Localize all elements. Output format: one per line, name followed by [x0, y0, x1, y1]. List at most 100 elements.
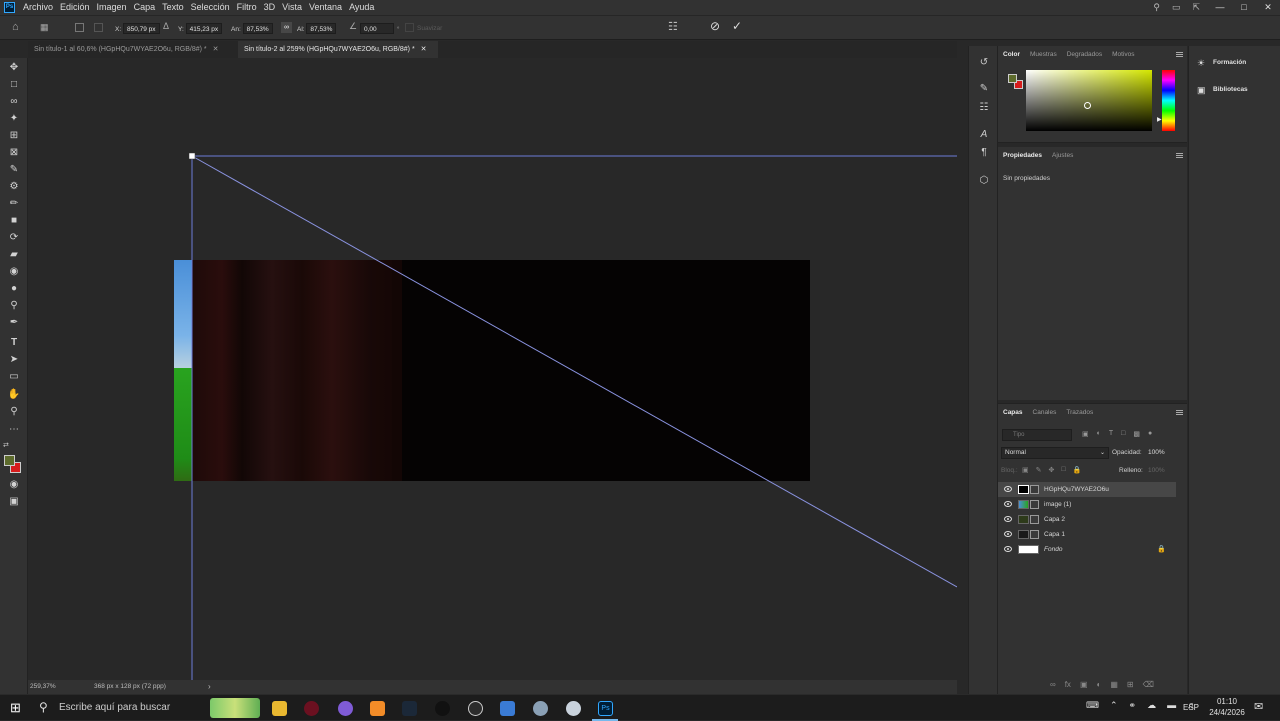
layer-name[interactable]: image (1): [1044, 497, 1071, 512]
opera-icon[interactable]: [304, 701, 319, 716]
lock-position-icon[interactable]: ✥: [1049, 466, 1055, 474]
layer-name[interactable]: Fondo: [1044, 542, 1062, 557]
interpolation-select[interactable]: Suavizar: [417, 23, 442, 34]
network-icon[interactable]: ▬: [1167, 700, 1176, 711]
filter-shape-icon[interactable]: □: [1121, 430, 1125, 438]
menu-imagen[interactable]: Imagen: [97, 0, 127, 15]
keyboard-icon[interactable]: ⌨: [1086, 700, 1099, 711]
notifications-icon[interactable]: ✉: [1254, 700, 1263, 713]
menu-seleccion[interactable]: Selección: [191, 0, 230, 15]
filter-toggle-icon[interactable]: ●: [1148, 430, 1152, 438]
menu-vista[interactable]: Vista: [282, 0, 302, 15]
screen-mode-icon[interactable]: ▣: [7, 495, 21, 509]
transform-handle[interactable]: [188, 152, 196, 160]
commit-transform-icon[interactable]: ✓: [732, 19, 742, 33]
visibility-eye-icon[interactable]: [1004, 486, 1012, 492]
lock-image-icon[interactable]: ✎: [1036, 466, 1042, 474]
link-layers-icon[interactable]: ∞: [1050, 680, 1056, 689]
history-icon[interactable]: ↺: [977, 56, 991, 70]
photoshop-taskbar-icon[interactable]: Ps: [598, 701, 613, 716]
new-layer-icon[interactable]: ⊞: [1127, 680, 1134, 689]
color-panel-menu-icon[interactable]: [1176, 52, 1183, 57]
tab-propiedades[interactable]: Propiedades: [1003, 147, 1042, 165]
healing-tool-icon[interactable]: ⚙: [7, 180, 21, 194]
menu-archivo[interactable]: Archivo: [23, 0, 53, 15]
transform-icon[interactable]: ▦: [40, 22, 49, 33]
tab-document-1[interactable]: Sin título-1 al 60,6% (HGpHQu7WYAE2O6u, …: [28, 41, 234, 58]
clock-time[interactable]: 01:10: [1212, 697, 1242, 706]
type-tool-icon[interactable]: T: [7, 336, 21, 350]
tab-close-icon[interactable]: ✕: [421, 46, 427, 53]
tab-capas[interactable]: Capas: [1003, 404, 1023, 422]
language-indicator[interactable]: ESP: [1183, 703, 1199, 712]
app-icon[interactable]: [338, 701, 353, 716]
tab-motivos[interactable]: Motivos: [1112, 46, 1134, 64]
adjustment-layer-icon[interactable]: ◐: [1097, 680, 1102, 689]
menu-ventana[interactable]: Ventana: [309, 0, 342, 15]
status-arrow-icon[interactable]: ›: [208, 682, 211, 691]
zoom-tool-icon[interactable]: ⚲: [7, 405, 21, 419]
character-icon[interactable]: A: [977, 128, 991, 142]
layer-row[interactable]: HGpHQu7WYAE2O6u: [998, 482, 1176, 497]
pen-tool-icon[interactable]: ✒: [7, 316, 21, 330]
cloud-icon[interactable]: ☁: [1147, 700, 1156, 711]
canvas-area[interactable]: [28, 58, 957, 680]
tab-degradados[interactable]: Degradados: [1067, 46, 1102, 64]
tab-muestras[interactable]: Muestras: [1030, 46, 1057, 64]
file-explorer-icon[interactable]: [272, 701, 287, 716]
windows-start-icon[interactable]: ⊞: [10, 700, 21, 716]
layer-name[interactable]: Capa 2: [1044, 512, 1065, 527]
filter-adjust-icon[interactable]: ◐: [1097, 430, 1101, 438]
close-button[interactable]: ✕: [1256, 0, 1280, 15]
hue-slider-arrow-icon[interactable]: ▶: [1157, 116, 1162, 123]
maximize-button[interactable]: □: [1232, 0, 1256, 15]
visibility-eye-icon[interactable]: [1004, 516, 1012, 522]
tab-canales[interactable]: Canales: [1033, 404, 1057, 422]
blur-tool-icon[interactable]: ●: [7, 282, 21, 296]
layer-filter-input[interactable]: Tipo: [1002, 429, 1072, 441]
reference-point-grid-icon[interactable]: [94, 23, 103, 32]
marquee-tool-icon[interactable]: □: [7, 78, 21, 92]
lock-all-icon[interactable]: 🔒: [1073, 466, 1082, 474]
clock-date[interactable]: 24/4/2026: [1205, 708, 1249, 717]
angle-input[interactable]: 0,00: [360, 23, 394, 34]
microphone-icon[interactable]: ⚭: [1129, 700, 1137, 711]
properties-panel-menu-icon[interactable]: [1176, 153, 1183, 158]
more-tools-icon[interactable]: ⋯: [7, 423, 21, 437]
move-tool-icon[interactable]: ✥: [7, 61, 21, 75]
visibility-eye-icon[interactable]: [1004, 546, 1012, 552]
filter-pixel-icon[interactable]: ▣: [1082, 430, 1089, 438]
filter-type-icon[interactable]: T: [1109, 430, 1113, 438]
layer-name[interactable]: HGpHQu7WYAE2O6u: [1044, 482, 1109, 497]
stamp-tool-icon[interactable]: ■: [7, 214, 21, 228]
visibility-eye-icon[interactable]: [1004, 531, 1012, 537]
frame-tool-icon[interactable]: ⊠: [7, 146, 21, 160]
x-input[interactable]: 850,79 px: [122, 23, 160, 34]
search-highlight-image[interactable]: [210, 698, 260, 718]
zoom-level[interactable]: 259,37%: [30, 683, 56, 690]
menu-edicion[interactable]: Edición: [60, 0, 90, 15]
menu-texto[interactable]: Texto: [162, 0, 184, 15]
lasso-tool-icon[interactable]: ∞: [7, 95, 21, 109]
layer-row[interactable]: image (1): [998, 497, 1176, 512]
rectangle-tool-icon[interactable]: ▭: [7, 370, 21, 384]
y-input[interactable]: 415,23 px: [185, 23, 223, 34]
tab-ajustes[interactable]: Ajustes: [1052, 147, 1073, 165]
new-group-icon[interactable]: ▦: [1110, 680, 1118, 689]
paragraph-icon[interactable]: ¶: [977, 146, 991, 160]
eraser-tool-icon[interactable]: ▰: [7, 248, 21, 262]
crop-tool-icon[interactable]: ⊞: [7, 129, 21, 143]
tab-document-2[interactable]: Sin título-2 al 259% (HGpHQu7WYAE2O6u, R…: [238, 41, 438, 58]
epic-games-icon[interactable]: [435, 701, 450, 716]
layer-name[interactable]: Capa 1: [1044, 527, 1065, 542]
layer-row[interactable]: Fondo 🔒: [998, 542, 1176, 557]
formacion-item[interactable]: Formación: [1213, 59, 1246, 66]
share-icon[interactable]: ⇱: [1192, 0, 1200, 15]
filter-smart-icon[interactable]: ▩: [1133, 430, 1140, 438]
layers-panel-menu-icon[interactable]: [1176, 410, 1183, 415]
brush-settings-icon[interactable]: ✎: [977, 82, 991, 96]
swap-colors-icon[interactable]: ⇄: [3, 441, 9, 449]
menu-filtro[interactable]: Filtro: [237, 0, 257, 15]
app-icon[interactable]: [500, 701, 515, 716]
visibility-eye-icon[interactable]: [1004, 501, 1012, 507]
